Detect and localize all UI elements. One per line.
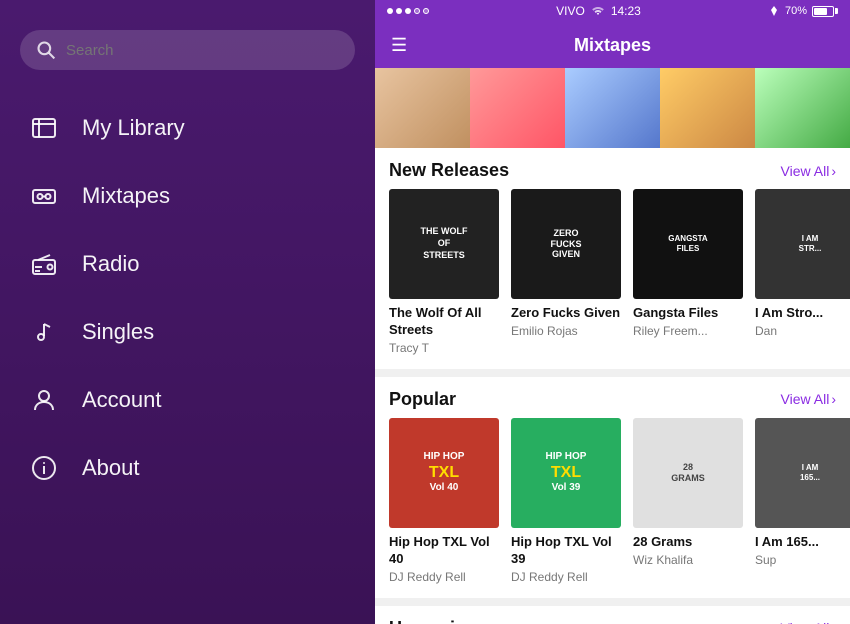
album-card-hiphop39[interactable]: HIP HOPTXLVol 39 Hip Hop TXL Vol 39 DJ R… xyxy=(511,418,621,584)
album-title-iam2: I Am 165... xyxy=(755,534,850,551)
sidebar-item-label-my-library: My Library xyxy=(82,115,185,141)
album-artist-hiphop40: DJ Reddy Rell xyxy=(389,570,499,584)
sidebar-item-account[interactable]: Account xyxy=(0,366,375,434)
location-icon xyxy=(768,5,780,17)
album-title-gangsta: Gangsta Files xyxy=(633,305,743,322)
left-panel: My Library Mixtapes xyxy=(0,0,375,624)
battery-icon xyxy=(812,6,838,17)
album-artist-wolf: Tracy T xyxy=(389,341,499,355)
new-releases-title: New Releases xyxy=(389,160,509,181)
sidebar-item-my-library[interactable]: My Library xyxy=(0,94,375,162)
album-card-iam[interactable]: I AMSTR... I Am Stro... Dan xyxy=(755,189,850,355)
carrier-name: VIVO xyxy=(556,4,585,18)
time-display: 14:23 xyxy=(611,4,641,18)
album-title-28grams: 28 Grams xyxy=(633,534,743,551)
featured-item-3[interactable] xyxy=(565,68,660,148)
album-title-wolf: The Wolf Of All Streets xyxy=(389,305,499,339)
hamburger-icon[interactable]: ☰ xyxy=(391,35,407,56)
signal-dot-2 xyxy=(396,8,402,14)
featured-item-2[interactable] xyxy=(470,68,565,148)
upcoming-view-all[interactable]: View All › xyxy=(781,620,836,624)
singles-icon xyxy=(28,316,60,348)
new-releases-view-all[interactable]: View All › xyxy=(781,163,836,179)
upcoming-section: Upcoming View All › xyxy=(375,606,850,624)
status-right: 70% xyxy=(768,5,838,17)
album-cover-28grams: 28GRAMS xyxy=(633,418,743,528)
album-artist-iam: Dan xyxy=(755,324,850,338)
album-cover-gangsta: GANGSTAFILES xyxy=(633,189,743,299)
sidebar-item-label-about: About xyxy=(82,455,140,481)
battery-percent: 70% xyxy=(785,5,807,17)
upcoming-header: Upcoming View All › xyxy=(375,606,850,624)
popular-header: Popular View All › xyxy=(375,377,850,418)
album-card-wolf[interactable]: THE WOLFOFSTREETS The Wolf Of All Street… xyxy=(389,189,499,355)
mixtapes-header: ☰ Mixtapes xyxy=(375,22,850,68)
account-icon xyxy=(28,384,60,416)
album-title-hiphop40: Hip Hop TXL Vol 40 xyxy=(389,534,499,568)
featured-strip xyxy=(375,68,850,148)
album-cover-iam2: I AM165... xyxy=(755,418,850,528)
popular-albums-row: HIP HOPTXLVol 40 Hip Hop TXL Vol 40 DJ R… xyxy=(375,418,850,598)
wifi-icon xyxy=(591,5,605,17)
sidebar-item-label-mixtapes: Mixtapes xyxy=(82,183,170,209)
popular-section: Popular View All › HIP HOPTXLVol 40 Hip … xyxy=(375,377,850,598)
album-card-zero[interactable]: ZEROFUCKSGIVEN Zero Fucks Given Emilio R… xyxy=(511,189,621,355)
album-artist-hiphop39: DJ Reddy Rell xyxy=(511,570,621,584)
search-input[interactable] xyxy=(66,42,339,59)
popular-view-all[interactable]: View All › xyxy=(781,391,836,407)
signal-dots xyxy=(387,8,429,14)
signal-dot-1 xyxy=(387,8,393,14)
popular-title: Popular xyxy=(389,389,456,410)
upcoming-title: Upcoming xyxy=(389,618,477,624)
page-title: Mixtapes xyxy=(574,35,651,56)
album-cover-wolf: THE WOLFOFSTREETS xyxy=(389,189,499,299)
album-card-gangsta[interactable]: GANGSTAFILES Gangsta Files Riley Freem..… xyxy=(633,189,743,355)
new-releases-header: New Releases View All › xyxy=(375,148,850,189)
about-icon xyxy=(28,452,60,484)
sidebar-item-label-radio: Radio xyxy=(82,251,139,277)
right-panel: VIVO 14:23 70% ☰ Mixtapes xyxy=(375,0,850,624)
sidebar-item-label-singles: Singles xyxy=(82,319,154,345)
album-title-iam: I Am Stro... xyxy=(755,305,850,322)
album-artist-iam2: Sup xyxy=(755,553,850,567)
album-artist-zero: Emilio Rojas xyxy=(511,324,621,338)
sidebar-item-about[interactable]: About xyxy=(0,434,375,502)
featured-item-5[interactable] xyxy=(755,68,850,148)
album-cover-zero: ZEROFUCKSGIVEN xyxy=(511,189,621,299)
new-releases-albums-row: THE WOLFOFSTREETS The Wolf Of All Street… xyxy=(375,189,850,369)
sidebar-item-singles[interactable]: Singles xyxy=(0,298,375,366)
album-cover-hiphop40: HIP HOPTXLVol 40 xyxy=(389,418,499,528)
radio-icon xyxy=(28,248,60,280)
nav-items: My Library Mixtapes xyxy=(0,94,375,604)
signal-dot-3 xyxy=(405,8,411,14)
carrier-time: VIVO 14:23 xyxy=(556,4,641,18)
search-icon xyxy=(36,40,56,60)
search-bar[interactable] xyxy=(20,30,355,70)
album-artist-gangsta: Riley Freem... xyxy=(633,324,743,338)
album-cover-hiphop39: HIP HOPTXLVol 39 xyxy=(511,418,621,528)
sidebar-item-label-account: Account xyxy=(82,387,162,413)
album-title-hiphop39: Hip Hop TXL Vol 39 xyxy=(511,534,621,568)
main-content: New Releases View All › THE WOLFOFSTREET… xyxy=(375,68,850,624)
album-title-zero: Zero Fucks Given xyxy=(511,305,621,322)
sidebar-item-radio[interactable]: Radio xyxy=(0,230,375,298)
album-cover-iam: I AMSTR... xyxy=(755,189,850,299)
featured-item-1[interactable] xyxy=(375,68,470,148)
signal-dot-4 xyxy=(414,8,420,14)
album-card-iam2[interactable]: I AM165... I Am 165... Sup xyxy=(755,418,850,584)
album-artist-28grams: Wiz Khalifa xyxy=(633,553,743,567)
album-card-28grams[interactable]: 28GRAMS 28 Grams Wiz Khalifa xyxy=(633,418,743,584)
album-card-hiphop40[interactable]: HIP HOPTXLVol 40 Hip Hop TXL Vol 40 DJ R… xyxy=(389,418,499,584)
status-bar: VIVO 14:23 70% xyxy=(375,0,850,22)
signal-dot-5 xyxy=(423,8,429,14)
library-icon xyxy=(28,112,60,144)
sidebar-item-mixtapes[interactable]: Mixtapes xyxy=(0,162,375,230)
new-releases-section: New Releases View All › THE WOLFOFSTREET… xyxy=(375,148,850,369)
mixtapes-icon xyxy=(28,180,60,212)
featured-item-4[interactable] xyxy=(660,68,755,148)
